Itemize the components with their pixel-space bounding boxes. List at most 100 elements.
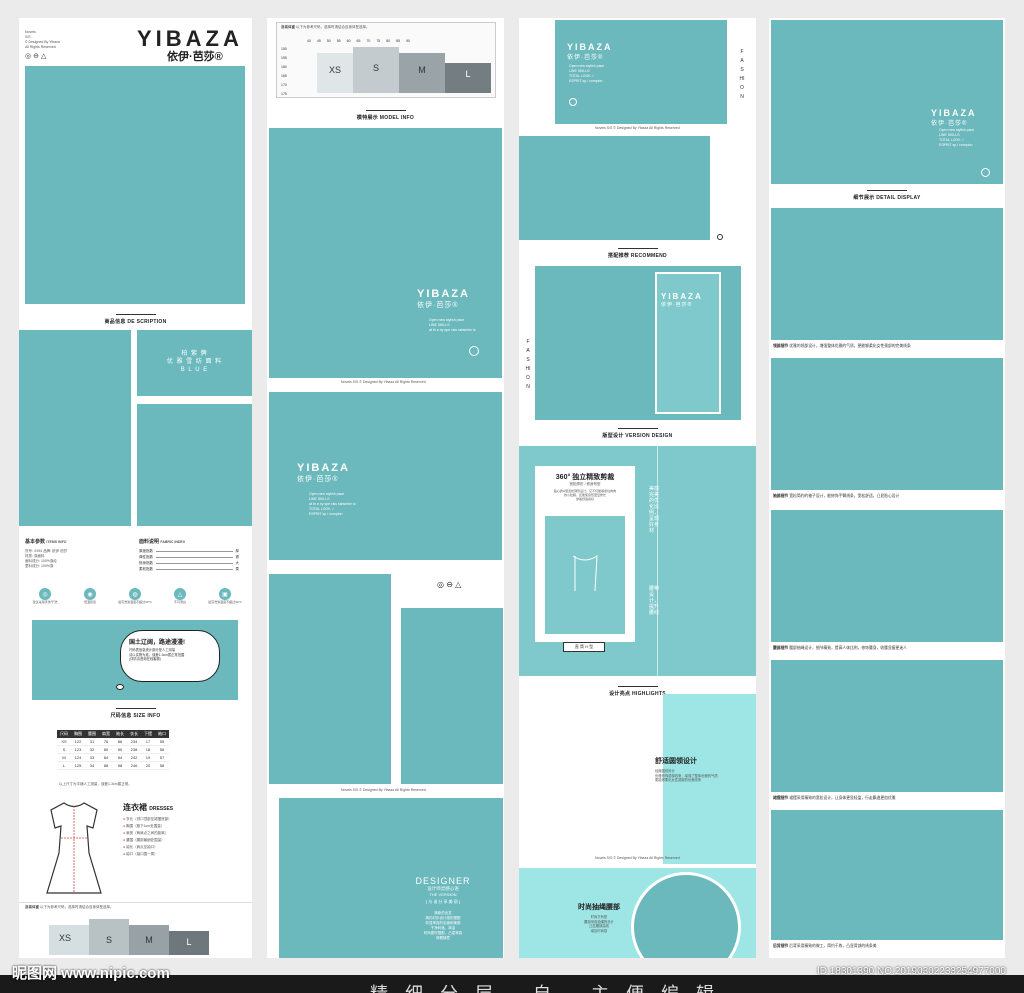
caption-text: 裙摆采用精致的宽松设计，让身体更显轻盈，行走飘逸更加优雅 (789, 796, 896, 800)
footer-credit: Novels S/S © Designed By Yibaza All Righ… (595, 126, 680, 130)
size-cell: 31 (85, 738, 99, 746)
version-title: 独立精致剪裁 (572, 474, 615, 481)
hand-wash-icon: ◎ (39, 588, 51, 600)
params-title: 基本参数 (25, 539, 46, 545)
chart-heights-axis: 150 155 160 165 170 175 (281, 45, 287, 99)
brand-logo-cn: 依伊·芭莎® (167, 51, 223, 63)
version-subtitle: 宽松廓形 / 修身有型 (569, 482, 601, 486)
caption-text: 后背采用精致的做工，简约干练，凸显背部的线条美 (789, 944, 877, 948)
axis-tick: 40 (307, 39, 311, 43)
designer-title: DESIGNER (415, 876, 471, 886)
recommend-image-3: YIBAZA 依伊·芭莎® (535, 266, 741, 420)
size-header: 腰围 (85, 730, 99, 738)
chart-size-label: M (418, 65, 426, 75)
slogan-line: at th a ny spe ciss ssbsinhe to (429, 328, 476, 332)
chart-weights-axis: 40 45 50 55 60 65 70 75 80 85 90 (307, 39, 410, 43)
bubble-line-2: (详情请咨询在线客服) (129, 657, 161, 661)
fabric-line-2: 优 雅 雪 纺 面 料 (166, 359, 223, 365)
overlay-slogan: Open new stylish pace LINE SKILLS TOTAL … (939, 128, 974, 148)
overlay-slogan: Open new stylish pace LINE SKILLS TOTAL … (569, 64, 604, 84)
care-symbols-2: ◎ ⊖ △ (437, 580, 462, 589)
tumble-icon: ▣ (219, 588, 231, 600)
size-header: 肩宽 (99, 730, 113, 738)
version-vertical-1: 美感完美的优化比例，呈现好身材 (649, 486, 660, 534)
chart-zone-s: S (89, 919, 129, 955)
shipping-banner: 国土辽阔，路途漫漫! 尺码表信息统计部分是人工测量 请以实物为准，误差1-3cm… (32, 620, 238, 700)
size-cell: 98 (113, 761, 127, 770)
size-cell: 33 (85, 753, 99, 762)
size-cell: 20 (141, 761, 155, 770)
axis-tick: 155 (281, 56, 287, 60)
chart-title: 身高体重 (281, 25, 295, 29)
size-cell: 55 (155, 738, 169, 746)
axis-tick: 45 (316, 39, 321, 43)
chart-size-label: S (372, 63, 379, 73)
caption-text: 宽松简约的袖子设计，能修饰手臂线条，宽松舒适，凸显贴心设计 (789, 494, 900, 498)
overlay-logo-cn: 依伊·芭莎® (417, 302, 459, 309)
highlight-circle (631, 872, 741, 958)
section-title-description: 商品信息 DE SCRIPTION (19, 314, 252, 325)
watermark-right: ID:18301390 NO:20190302233254977000 (816, 966, 1006, 977)
param-line-3: 里料成分: 100%涤 (25, 564, 54, 568)
iron-icon: ◉ (84, 588, 96, 600)
size-table-header: 尺码 胸围 腰围 肩宽 袖长 衣长 下摆 袖口 (57, 730, 169, 738)
params-block: 基本参数 ITEMS INFO 货号: X394 品牌: 依伊·芭莎 材质: 涤… (25, 538, 125, 569)
version-tag: 直 筒 H 型 (563, 642, 605, 652)
size-cell: 57 (155, 753, 169, 762)
version-figure (545, 516, 625, 634)
fabric-row-3: 柔软指数 柔 (139, 566, 239, 572)
designer-panel: DESIGNER 设计师灵感心语 THE VERSION [ 与 谁 分 享 美… (279, 798, 503, 958)
size-cell: 124 (71, 753, 85, 762)
brand-novels: Novels S/S © Designed By Yibaza All Righ… (25, 30, 60, 50)
size-cell: M (57, 753, 71, 762)
size-chart-top: 身高体重 以下为参考尺码，选择时请结合自身体型选择。 40 45 50 55 60 65 7… (276, 22, 496, 98)
fabric-row-right: 柔 (235, 566, 240, 571)
overlay-logo: YIBAZA (661, 292, 703, 301)
size-cell: 34 (85, 761, 99, 770)
size-note: 以上尺寸为平铺人工测量，误差1-3cm属正常。 (59, 782, 132, 786)
deco-dot-icon (717, 234, 723, 240)
highlight-2-title: 时尚抽绳腰部 (578, 904, 620, 911)
care-item: ◉ 低温熨烫 (70, 588, 110, 605)
axis-tick: 150 (281, 47, 287, 51)
detail-hero: YIBAZA 依伊·芭莎® Open new stylish pace LINE… (771, 20, 1003, 184)
fabric-row-label: 修身指数 (139, 560, 153, 565)
size-cell: L (57, 761, 71, 770)
model-image-3 (269, 574, 391, 784)
fabric-row-right: 紧 (235, 554, 240, 559)
axis-tick: 55 (336, 39, 341, 43)
size-cell: 246 (127, 761, 141, 770)
designer-en: THE VERSION (429, 892, 457, 897)
chart-zone-l: L (169, 931, 209, 955)
caption-text: 腰部抽绳设计，细节精致，提高人体比例，修饰腰身，收腰显瘦更迷人 (789, 646, 907, 650)
dress-item-text: 腰围（腰部最细处围量） (126, 838, 165, 842)
overlay-logo: YIBAZA (567, 42, 613, 52)
fabric-banner: 柏 紫 牌 优 雅 雪 纺 面 料 B L U E (137, 330, 252, 396)
chart-size-label: L (186, 937, 192, 947)
footer-credit: Novels S/S © Designed By Yibaza All Righ… (595, 856, 680, 860)
dress-diagram-icon (46, 802, 102, 894)
designer-line: 穿着随意 (436, 936, 450, 940)
table-row: XS 122 31 76 86 234 17 55 (57, 738, 169, 746)
care-label: 不可漂白 (173, 600, 186, 604)
chart-title: 身高体重 (25, 905, 39, 909)
fabric-index-title-en: FABRIC INDEX (160, 540, 186, 544)
bleach-symbol-icon: △ (40, 53, 47, 60)
fabric-image-2 (137, 404, 252, 526)
size-cell: 76 (99, 738, 113, 746)
chart-note: 以下为参考尺码，选择时请结合自身体型选择。 (39, 905, 114, 909)
fabric-row-right: 厚 (235, 548, 240, 553)
detail-image-4 (771, 660, 1003, 792)
detail-caption-5: 后背细节 后背采用精致的做工，简约干练，凸显背部的线条美 (773, 944, 877, 949)
section-title-size: 尺码信息 SIZE INFO (19, 708, 252, 719)
table-row: L 125 34 88 98 246 20 58 (57, 761, 169, 770)
caption-title: 裙摆细节 (773, 796, 789, 800)
size-table: 尺码 胸围 腰围 肩宽 袖长 衣长 下摆 袖口 XS 122 31 76 86 234 17… (57, 730, 169, 770)
divider (657, 446, 658, 676)
size-cell: 19 (141, 753, 155, 762)
bottom-caption: 精 细 分 层 · 自 · 主 便 编 辑 (370, 980, 720, 993)
size-header: 下摆 (141, 730, 155, 738)
care-item: △ 不可漂白 (160, 588, 200, 605)
designer-tag: [ 与 谁 分 享 美 丽 ] (425, 899, 460, 904)
chart-size-label: L (465, 69, 471, 79)
